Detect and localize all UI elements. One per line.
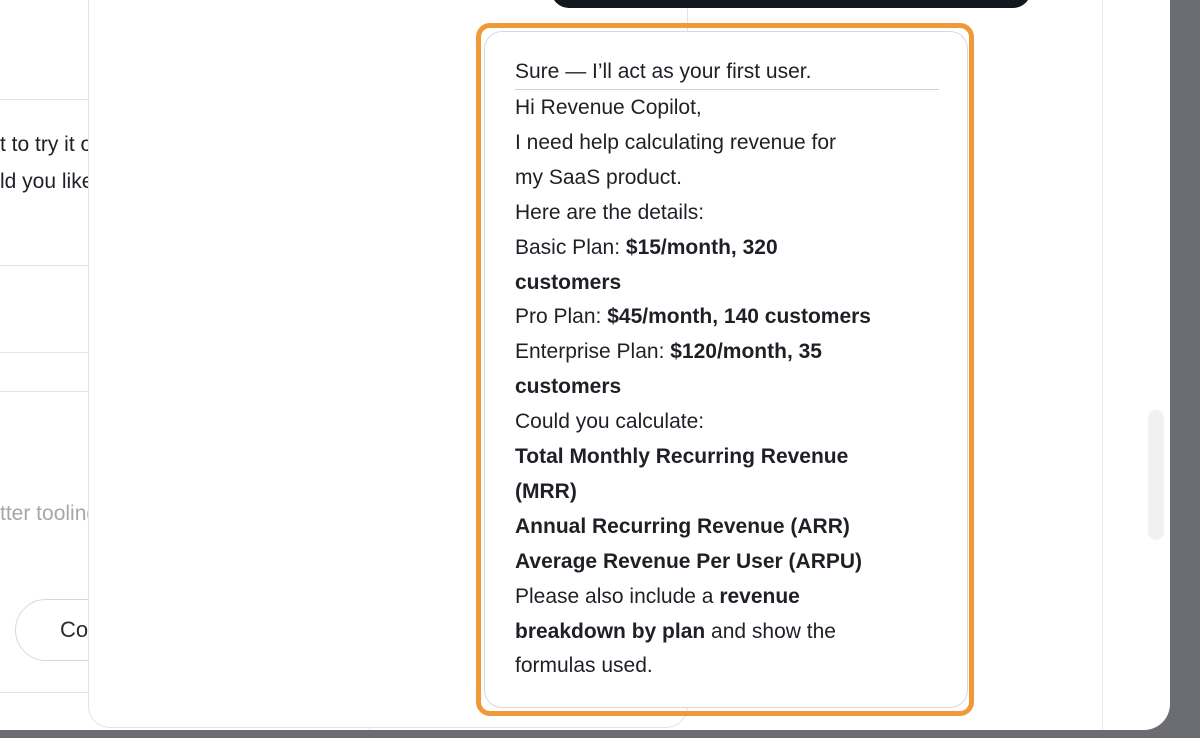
- message-line: Pro Plan: $45/month, 140 customers: [515, 306, 871, 327]
- message-text: I need help calculating revenue for: [515, 131, 837, 154]
- message-line: Here are the details:: [515, 202, 704, 223]
- message-bold-text: $45/month, 140 customers: [607, 305, 871, 328]
- message-line: Annual Recurring Revenue (ARR): [515, 516, 850, 537]
- message-text: Hi Revenue Copilot,: [515, 96, 702, 119]
- message-text: Enterprise Plan:: [515, 340, 671, 363]
- message-line: Total Monthly Recurring Revenue: [515, 446, 848, 467]
- message-line: (MRR): [515, 481, 577, 502]
- message-line: Could you calculate:: [515, 411, 704, 432]
- message-bold-text: revenue: [719, 585, 800, 608]
- message-line: breakdown by plan and show the: [515, 621, 836, 642]
- message-line: Hi Revenue Copilot,: [515, 97, 702, 118]
- app-window: continue t to try it out—what ld you lik…: [0, 0, 1170, 730]
- message-text: Please also include a: [515, 585, 720, 608]
- message-line: I need help calculating revenue for: [515, 132, 836, 153]
- message-bold-text: $15/month, 320: [625, 236, 778, 259]
- message-line: Average Revenue Per User (ARPU): [515, 551, 862, 572]
- message-bold-text: breakdown by plan: [515, 620, 706, 643]
- message-text: my SaaS product.: [515, 166, 682, 189]
- message-line: customers: [515, 376, 621, 397]
- message-bold-text: customers: [515, 271, 622, 294]
- message-line: customers: [515, 272, 621, 293]
- message-text: Could you calculate:: [515, 410, 705, 433]
- message-line: Basic Plan: $15/month, 320: [515, 237, 778, 258]
- highlight-frame: [476, 23, 974, 716]
- scrollbar[interactable]: [1148, 410, 1164, 540]
- message-heading: Sure — I’ll act as your first user.: [515, 60, 812, 83]
- message-text: Pro Plan:: [515, 305, 608, 328]
- message-bold-text: (MRR): [515, 480, 577, 503]
- message-text: Basic Plan:: [515, 236, 626, 259]
- message-bold-text: Annual Recurring Revenue (ARR): [515, 515, 850, 538]
- message-rule: [515, 89, 939, 90]
- dark-button-top[interactable]: [551, 0, 1031, 8]
- message-text: formulas used.: [515, 654, 653, 677]
- message-line: formulas used.: [515, 655, 653, 676]
- message-line: my SaaS product.: [515, 167, 682, 188]
- message-line: Enterprise Plan: $120/month, 35: [515, 341, 822, 362]
- message-bold-text: customers: [515, 375, 622, 398]
- message-line: Please also include a revenue: [515, 586, 800, 607]
- message-bold-text: $120/month, 35: [670, 340, 822, 363]
- message-bold-text: Average Revenue Per User (ARPU): [515, 550, 863, 573]
- message-text: Here are the details:: [515, 201, 705, 224]
- message-text: and show the: [705, 620, 836, 643]
- message-bold-text: Total Monthly Recurring Revenue: [515, 445, 849, 468]
